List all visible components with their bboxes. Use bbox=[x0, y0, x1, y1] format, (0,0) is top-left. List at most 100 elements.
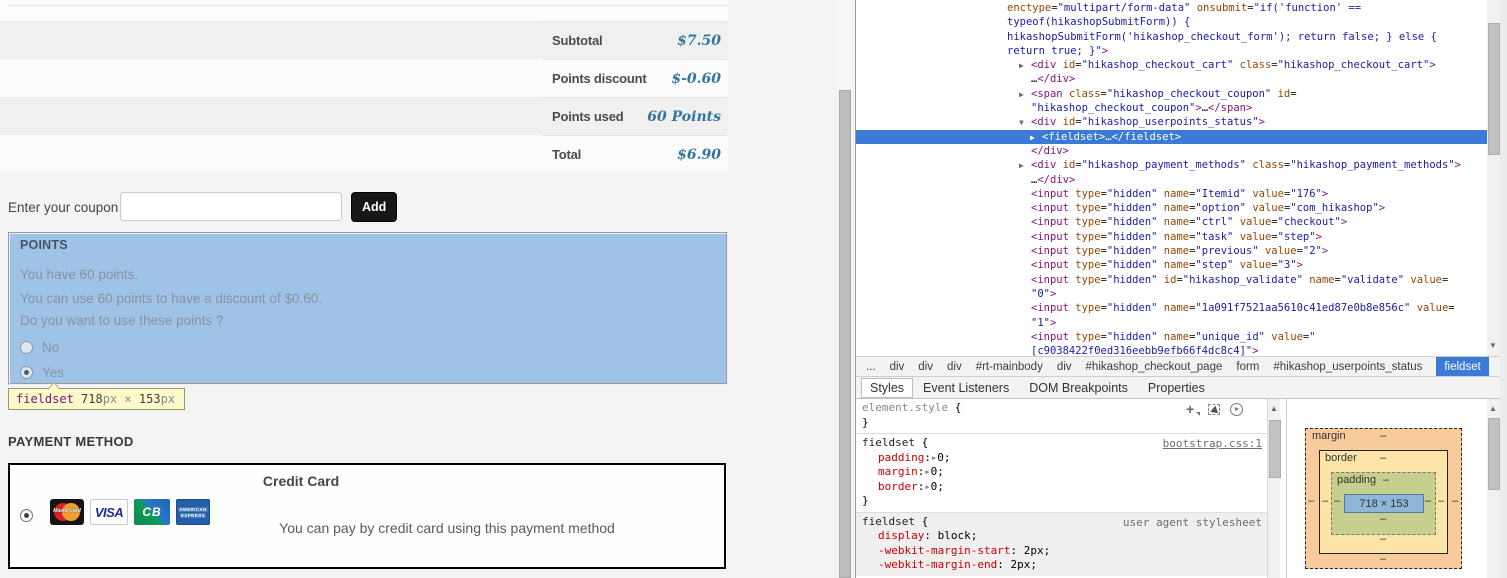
elements-tree-line[interactable]: <input type="hidden" name="1a091f7521aa5… bbox=[856, 301, 1487, 315]
elements-tree-line[interactable]: ▶ <div id="hikashop_payment_methods" clas… bbox=[856, 158, 1487, 172]
browser-scrollbar[interactable] bbox=[838, 0, 851, 578]
css-selector[interactable]: fieldset bbox=[862, 436, 915, 449]
visa-icon: VISA bbox=[90, 499, 128, 525]
breadcrumb-item[interactable]: #hikashop_userpoints_status bbox=[1273, 361, 1422, 373]
tooltip-height: 153 bbox=[138, 392, 161, 406]
browser-scrollbar-thumb[interactable] bbox=[838, 90, 851, 578]
collapsed-arrow-icon[interactable]: ▶ bbox=[1030, 131, 1042, 145]
toggle-element-state-icon[interactable] bbox=[1208, 404, 1220, 415]
padding-right-value[interactable]: – bbox=[1425, 495, 1431, 507]
styles-options-icon[interactable] bbox=[1230, 403, 1243, 416]
box-model-scrollbar[interactable] bbox=[1487, 399, 1500, 578]
breadcrumb-item[interactable]: form bbox=[1236, 361, 1259, 373]
margin-top-value[interactable]: – bbox=[1380, 430, 1386, 442]
use-points-option-no[interactable]: No bbox=[20, 340, 59, 355]
elements-tree-line[interactable]: <input type="hidden" name="option" value… bbox=[856, 201, 1487, 215]
collapsed-arrow-icon[interactable]: ▶ bbox=[1019, 159, 1031, 173]
collapsed-arrow-icon[interactable]: ▶ bbox=[1019, 59, 1031, 73]
elements-tree-line[interactable]: [c9038422f0ed316eebb9efb66f4dc8c4]"> bbox=[856, 344, 1487, 356]
breadcrumb-item-selected[interactable]: fieldset bbox=[1436, 357, 1489, 376]
elements-tree-line[interactable]: <input type="hidden" name="Itemid" value… bbox=[856, 187, 1487, 201]
scroll-up-arrow-icon[interactable] bbox=[1268, 404, 1281, 414]
elements-tree-line[interactable]: return true; }"> bbox=[856, 44, 1487, 58]
margin-right-value[interactable]: – bbox=[1452, 495, 1458, 507]
elements-tree-line[interactable]: enctype="multipart/form-data" onsubmit="… bbox=[856, 1, 1487, 15]
box-model-scrollbar-thumb[interactable] bbox=[1487, 418, 1500, 490]
elements-tree-line[interactable]: <input type="hidden" name="step" value="… bbox=[856, 258, 1487, 272]
elements-tree-line[interactable]: typeof(hikashopSubmitForm)) { bbox=[856, 15, 1487, 29]
tab-styles[interactable]: Styles bbox=[861, 377, 914, 398]
elements-tree-line[interactable]: "1"> bbox=[856, 316, 1487, 330]
elements-tree-line[interactable]: </div> bbox=[856, 144, 1487, 158]
scroll-down-arrow-icon[interactable] bbox=[1487, 341, 1500, 353]
breadcrumb-item[interactable]: div bbox=[890, 361, 905, 373]
padding-left-value[interactable]: – bbox=[1334, 495, 1340, 507]
padding-bottom-value[interactable]: – bbox=[1380, 513, 1386, 525]
collapsed-arrow-icon[interactable]: ▶ bbox=[1019, 88, 1031, 102]
elements-tree-line[interactable]: "0"> bbox=[856, 287, 1487, 301]
totals-row: Points discount $-0.60 bbox=[0, 59, 728, 97]
elements-tree-scrollbar[interactable] bbox=[1487, 0, 1500, 356]
elements-tree-selected-line[interactable]: ▶ <fieldset>…</fieldset> bbox=[856, 129, 1487, 145]
expanded-arrow-icon[interactable]: ▼ bbox=[1019, 116, 1031, 130]
elements-tree-line[interactable]: ▼ <div id="hikashop_userpoints_status"> bbox=[856, 115, 1487, 129]
elements-tree-line[interactable]: ▶ <div id="hikashop_checkout_cart" class=… bbox=[856, 58, 1487, 72]
css-selector[interactable]: fieldset bbox=[862, 515, 915, 528]
margin-bottom-value[interactable]: – bbox=[1380, 553, 1386, 565]
tooltip-width: 718 bbox=[81, 392, 103, 406]
inspect-size-tooltip: fieldset 718px × 153px bbox=[8, 382, 186, 410]
elements-tree-line[interactable]: "hikashop_checkout_coupon">…</span> bbox=[856, 101, 1487, 115]
border-left-value[interactable]: – bbox=[1322, 495, 1328, 507]
css-selector[interactable]: element.style bbox=[862, 401, 948, 414]
elements-tree-line[interactable]: …</div> bbox=[856, 173, 1487, 187]
tab-dom-breakpoints[interactable]: DOM Breakpoints bbox=[1019, 379, 1138, 397]
radio-yes-icon[interactable] bbox=[20, 366, 33, 379]
scroll-up-arrow-icon[interactable] bbox=[1487, 404, 1500, 414]
elements-tree-line[interactable]: hikashopSubmitForm('hikashop_checkout_fo… bbox=[856, 30, 1487, 44]
points-balance-text: You have 60 points. bbox=[20, 267, 139, 282]
elements-tree-line[interactable]: ▶ <span class="hikashop_checkout_coupon" … bbox=[856, 87, 1487, 101]
styles-pane-scrollbar[interactable] bbox=[1267, 399, 1281, 578]
breadcrumb-item[interactable]: div bbox=[1057, 361, 1072, 373]
breadcrumb-item[interactable]: #rt-mainbody bbox=[976, 361, 1043, 373]
border-right-value[interactable]: – bbox=[1438, 495, 1444, 507]
radio-no-icon[interactable] bbox=[20, 341, 33, 354]
use-points-option-yes[interactable]: Yes bbox=[20, 365, 64, 380]
breadcrumb-item[interactable]: div bbox=[918, 361, 933, 373]
css-property[interactable]: border:▶0; bbox=[862, 480, 1263, 495]
tab-properties[interactable]: Properties bbox=[1138, 379, 1215, 397]
breadcrumb-item[interactable]: ... bbox=[866, 361, 876, 373]
coupon-input[interactable] bbox=[120, 192, 342, 221]
border-bottom-value[interactable]: – bbox=[1380, 533, 1386, 545]
elements-tree-line[interactable]: <input type="hidden" id="hikashop_valida… bbox=[856, 273, 1487, 287]
stylesheet-link[interactable]: bootstrap.css:1 bbox=[1163, 437, 1262, 450]
elements-tree-line[interactable]: <input type="hidden" name="unique_id" va… bbox=[856, 330, 1487, 344]
css-property[interactable]: display: block; bbox=[862, 529, 1263, 544]
totals-label: Points used bbox=[552, 109, 624, 124]
elements-tree-line[interactable]: …</div> bbox=[856, 72, 1487, 86]
elements-tree-line[interactable]: <input type="hidden" name="ctrl" value="… bbox=[856, 215, 1487, 229]
margin-left-value[interactable]: – bbox=[1308, 495, 1314, 507]
css-property[interactable]: padding:▶0; bbox=[862, 451, 1263, 466]
margin-label: margin bbox=[1312, 430, 1346, 442]
breadcrumb-item[interactable]: #hikashop_checkout_page bbox=[1086, 361, 1223, 373]
border-top-value[interactable]: – bbox=[1380, 452, 1386, 464]
css-property[interactable]: margin:▶0; bbox=[862, 465, 1263, 480]
new-style-rule-icon[interactable] bbox=[1186, 401, 1200, 417]
breadcrumb-item[interactable]: div bbox=[947, 361, 962, 373]
totals-value: $6.90 bbox=[677, 146, 721, 163]
css-property[interactable]: -webkit-margin-start: 2px; bbox=[862, 544, 1263, 559]
css-property[interactable]: -webkit-margin-end: 2px; bbox=[862, 558, 1263, 573]
coupon-add-button[interactable]: Add bbox=[351, 192, 398, 222]
styles-pane-scrollbar-thumb[interactable] bbox=[1268, 420, 1281, 478]
points-question-text: Do you want to use these points ? bbox=[20, 313, 224, 328]
payment-radio-selected-icon[interactable] bbox=[20, 509, 33, 522]
elements-tree-line[interactable]: <input type="hidden" name="previous" val… bbox=[856, 244, 1487, 258]
styles-toolbar bbox=[1186, 401, 1243, 417]
tab-event-listeners[interactable]: Event Listeners bbox=[913, 379, 1019, 397]
box-model-content[interactable]: 718 × 153 bbox=[1344, 494, 1424, 513]
padding-top-value[interactable]: – bbox=[1383, 474, 1389, 486]
payment-method-option[interactable]: MasterCard VISA CB AMERICAN EXPRESS Cred… bbox=[8, 463, 726, 569]
elements-tree-scrollbar-thumb[interactable] bbox=[1487, 23, 1500, 155]
elements-tree-line[interactable]: <input type="hidden" name="task" value="… bbox=[856, 230, 1487, 244]
